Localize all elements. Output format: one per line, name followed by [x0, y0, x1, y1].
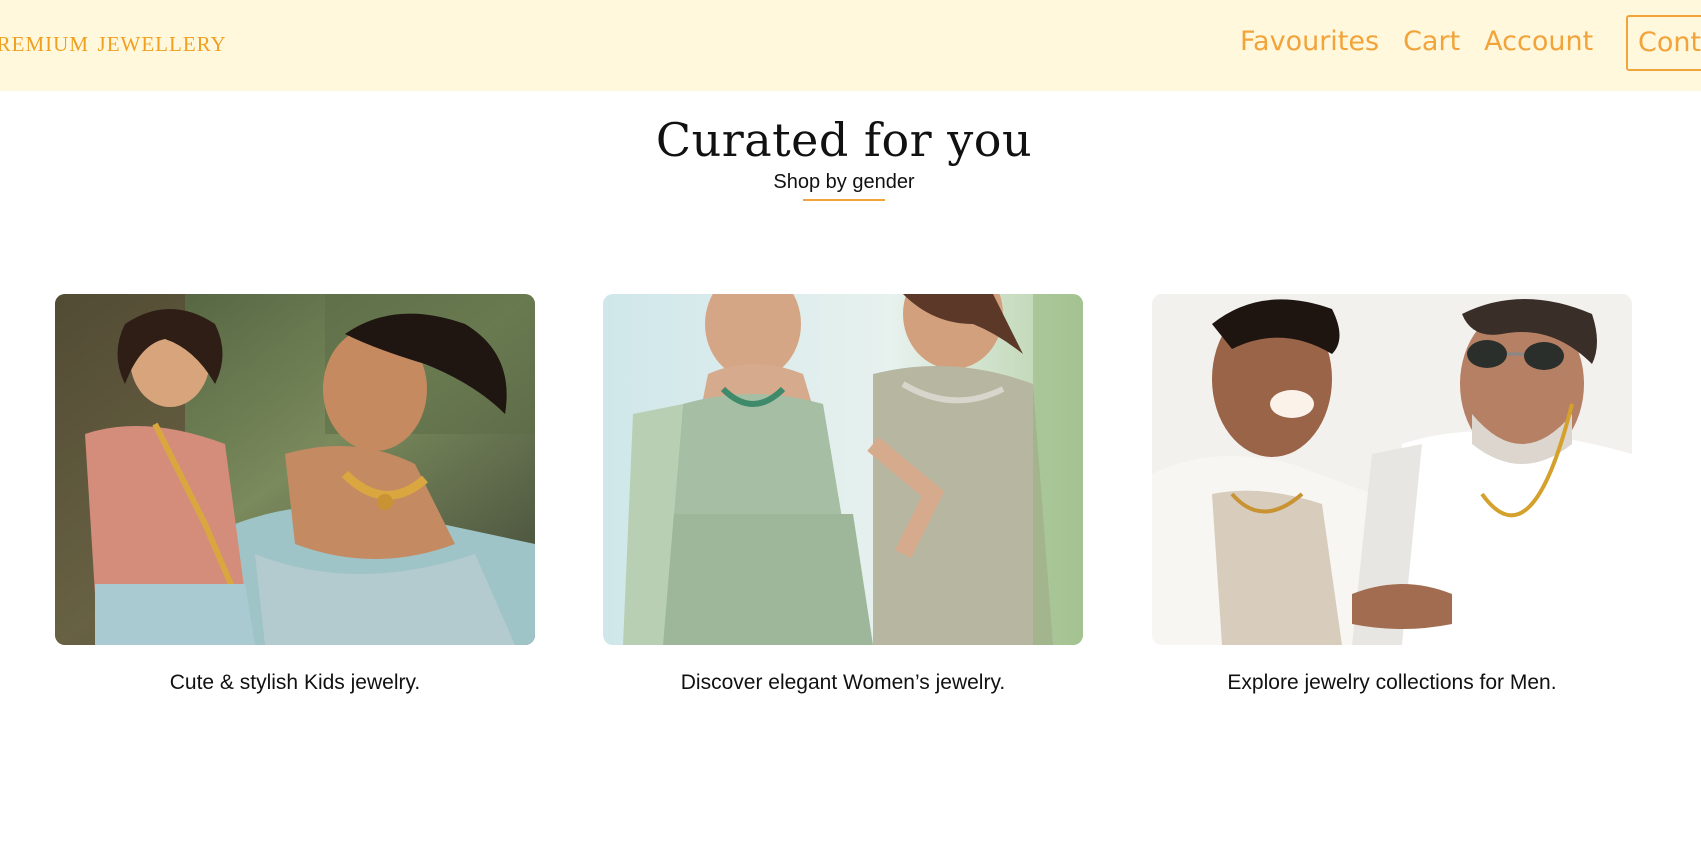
contact-button[interactable]: Cont — [1626, 15, 1701, 71]
category-card-men[interactable]: Explore jewelry collections for Men. — [1152, 294, 1632, 697]
kids-card-caption: Cute & stylish Kids jewelry. — [169, 671, 421, 694]
men-card-caption: Explore jewelry collections for Men. — [1227, 671, 1557, 694]
section-subtitle: Shop by gender — [773, 171, 915, 193]
women-card-caption: Discover elegant Women’s jewelry. — [680, 671, 1006, 694]
nav-favourites-link[interactable]: Favourites — [1240, 22, 1379, 62]
category-card-kids[interactable]: Cute & stylish Kids jewelry. — [55, 294, 535, 697]
brand-logo[interactable]: Premium Jewellery — [0, 22, 227, 62]
top-navigation-bar: Premium Jewellery Favourites Cart Accoun… — [0, 0, 1701, 91]
subtitle-underline — [803, 199, 885, 201]
women-jewelry-photo[interactable] — [603, 294, 1083, 645]
section-title: Curated for you — [655, 113, 1033, 167]
men-jewelry-photo[interactable] — [1152, 294, 1632, 645]
main-nav: Favourites Cart Account — [1240, 22, 1593, 62]
category-card-women[interactable]: Discover elegant Women’s jewelry. — [603, 294, 1083, 697]
nav-cart-link[interactable]: Cart — [1403, 22, 1460, 62]
nav-account-link[interactable]: Account — [1484, 22, 1593, 62]
kids-jewelry-photo[interactable] — [55, 294, 535, 645]
